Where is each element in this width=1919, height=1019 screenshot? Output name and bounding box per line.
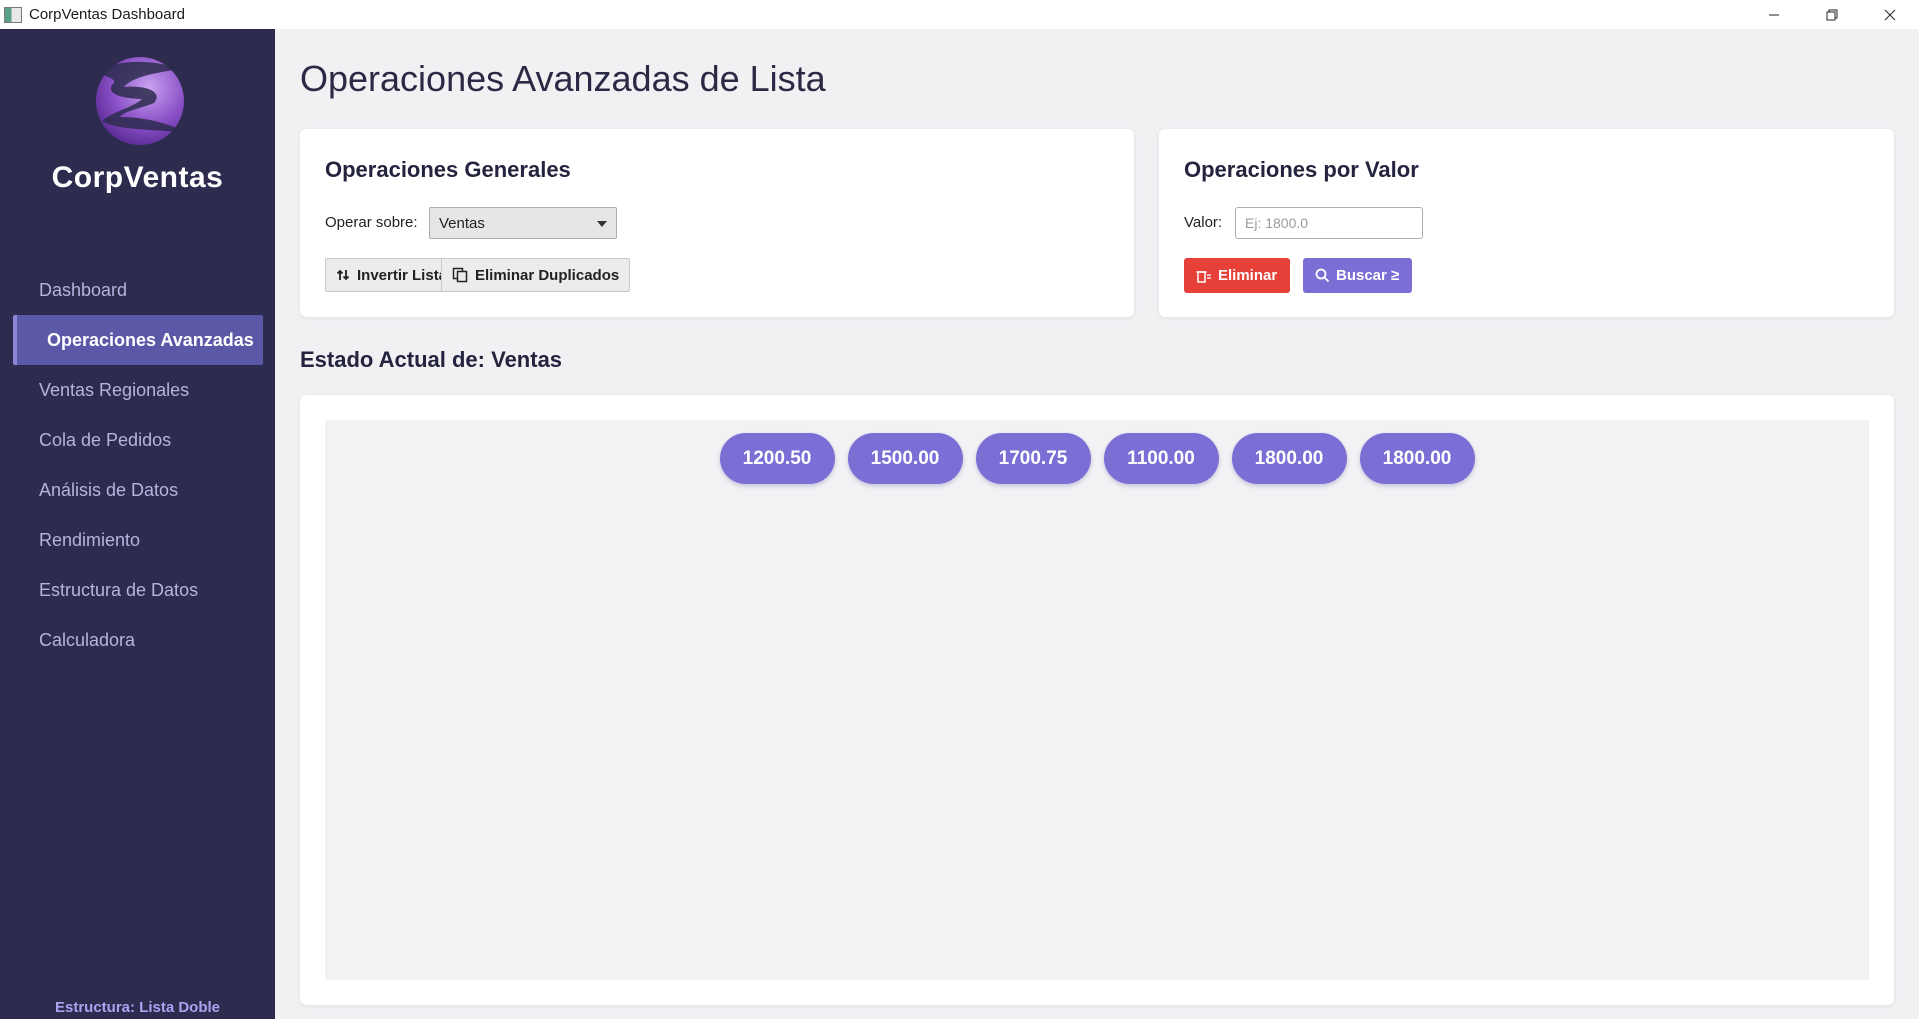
search-gte-label: Buscar ≥ [1336,267,1400,284]
current-state-card: 1200.50 1500.00 1700.75 1100.00 1800.00 … [300,395,1894,1005]
value-operations-heading: Operaciones por Valor [1184,157,1419,182]
close-icon [1884,9,1896,20]
list-node: 1200.50 [719,433,835,484]
page-title: Operaciones Avanzadas de Lista [300,58,826,99]
trash-icon [1196,270,1211,283]
list-visualization-area: 1200.50 1500.00 1700.75 1100.00 1800.00 … [325,420,1869,980]
sidebar-item-ventas-regionales[interactable]: Ventas Regionales [0,365,275,415]
list-node: 1800.00 [1359,433,1475,484]
value-label: Valor: [1184,214,1223,231]
sidebar: CorpVentas Dashboard Operaciones Avanzad… [0,29,275,1019]
close-button[interactable] [1861,0,1919,29]
copy-icon [452,267,468,283]
remove-duplicates-button[interactable]: Eliminar Duplicados [441,258,631,292]
search-icon [1315,268,1330,283]
general-operations-heading: Operaciones Generales [325,157,571,182]
list-node: 1100.00 [1103,433,1219,484]
sidebar-item-calculadora[interactable]: Calculadora [0,615,275,665]
sidebar-item-cola-de-pedidos[interactable]: Cola de Pedidos [0,415,275,465]
sidebar-item-estructura-de-datos[interactable]: Estructura de Datos [0,565,275,615]
restore-icon [1826,9,1838,20]
list-node: 1500.00 [847,433,963,484]
value-operations-card: Operaciones por Valor Valor: Eliminar Bu… [1159,129,1894,317]
minimize-icon [1769,14,1779,15]
app-icon [4,6,22,23]
current-state-heading: Estado Actual de: Ventas [300,347,563,372]
sidebar-nav: Dashboard Operaciones Avanzadas Ventas R… [0,265,275,665]
delete-button[interactable]: Eliminar [1184,258,1290,293]
search-gte-button[interactable]: Buscar ≥ [1303,258,1412,293]
window-titlebar: CorpVentas Dashboard [0,0,1919,29]
invert-list-button[interactable]: Invertir Lista [325,258,459,292]
operate-on-select[interactable]: Ventas [429,207,617,239]
sidebar-item-dashboard[interactable]: Dashboard [0,265,275,315]
restore-button[interactable] [1803,0,1861,29]
operate-on-value: Ventas [439,214,485,232]
sidebar-item-rendimiento[interactable]: Rendimiento [0,515,275,565]
delete-label: Eliminar [1218,267,1278,284]
general-operations-card: Operaciones Generales Operar sobre: Vent… [300,129,1134,317]
list-node: 1700.75 [975,433,1091,484]
list-node: 1800.00 [1231,433,1347,484]
minimize-button[interactable] [1745,0,1803,29]
structure-status: Estructura: Lista Doble [54,999,221,1016]
brand-logo-icon [92,57,188,145]
sidebar-item-operaciones-avanzadas[interactable]: Operaciones Avanzadas [13,315,263,365]
window-title: CorpVentas Dashboard [29,6,185,23]
main-content: Operaciones Avanzadas de Lista Operacion… [275,29,1919,1019]
operate-on-label: Operar sobre: [325,214,418,231]
value-input[interactable] [1235,207,1423,239]
remove-duplicates-label: Eliminar Duplicados [475,266,620,284]
brand-name: CorpVentas [51,161,224,194]
sidebar-item-analisis-de-datos[interactable]: Análisis de Datos [0,465,275,515]
list-nodes: 1200.50 1500.00 1700.75 1100.00 1800.00 … [325,433,1869,484]
invert-list-label: Invertir Lista [357,266,448,284]
swap-icon [336,269,350,281]
chevron-down-icon [597,221,607,227]
